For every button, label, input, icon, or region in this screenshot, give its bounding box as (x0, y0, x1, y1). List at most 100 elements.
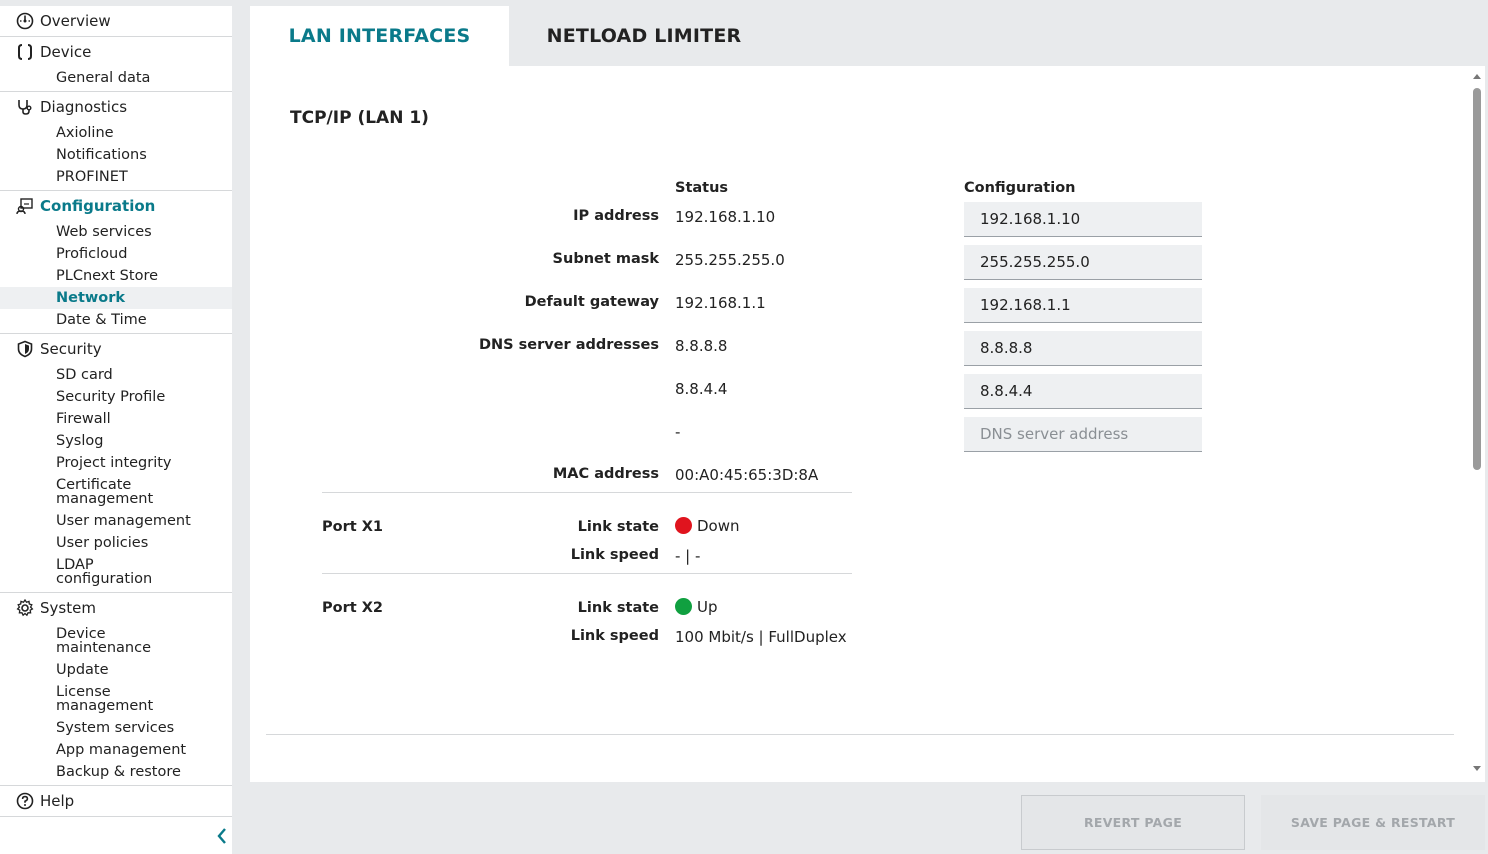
dns-servers-label: DNS server addresses (478, 337, 659, 353)
sidebar: Overview Device General data Diagnostics… (0, 6, 232, 854)
ip-address-input[interactable]: 192.168.1.10 (964, 202, 1202, 237)
nav-group-configuration: Configuration Web services Proficloud PL… (0, 191, 232, 334)
nav-security[interactable]: Security (0, 334, 232, 364)
dns-server-3-input[interactable]: DNS server address (964, 417, 1202, 452)
nav-item-web-services[interactable]: Web services (0, 221, 232, 243)
nav-item-update[interactable]: Update (0, 659, 232, 681)
nav-item-system-services[interactable]: System services (0, 717, 232, 739)
nav-help[interactable]: Help (0, 786, 232, 816)
nav-item-proficloud[interactable]: Proficloud (0, 243, 232, 265)
nav-item-backup-restore[interactable]: Backup & restore (0, 761, 232, 783)
nav-group-device: Device General data (0, 37, 232, 92)
nav-item-general-data[interactable]: General data (0, 67, 232, 89)
nav-item-user-policies[interactable]: User policies (0, 532, 232, 554)
nav-device[interactable]: Device (0, 37, 232, 67)
nav-device-label: Device (40, 43, 92, 61)
status-column-header: Status (675, 180, 729, 196)
tab-netload-limiter[interactable]: NETLOAD LIMITER (509, 6, 779, 66)
nav-item-axioline[interactable]: Axioline (0, 122, 232, 144)
dns-server-3-status: - (675, 423, 681, 441)
port-x2-link-state-label: Link state (577, 600, 659, 616)
nav-item-certificate-management[interactable]: Certificate management (0, 474, 180, 510)
subnet-mask-status: 255.255.255.0 (675, 251, 785, 269)
divider (322, 573, 852, 574)
scrollbar-thumb[interactable] (1473, 88, 1481, 470)
nav-security-label: Security (40, 340, 102, 358)
nav-item-user-management[interactable]: User management (0, 510, 232, 532)
default-gateway-label: Default gateway (524, 294, 659, 310)
ip-address-label: IP address (573, 208, 659, 224)
status-dot-red (675, 517, 692, 534)
subnet-mask-label: Subnet mask (552, 251, 659, 267)
nav-item-sd-card[interactable]: SD card (0, 364, 232, 386)
revert-page-button[interactable]: REVERT PAGE (1021, 795, 1245, 850)
nav-item-project-integrity[interactable]: Project integrity (0, 452, 232, 474)
dns-server-1-status: 8.8.8.8 (675, 337, 728, 355)
nav-overview-label: Overview (40, 12, 111, 30)
nav-item-ldap-configuration[interactable]: LDAP configuration (0, 554, 160, 590)
help-icon (15, 791, 35, 811)
port-x1-link-speed-label: Link speed (570, 547, 659, 563)
port-x2-title: Port X2 (322, 600, 383, 616)
port-x1-link-state: Down (675, 517, 740, 535)
port-x1-link-state-value: Down (697, 517, 740, 535)
dns-server-2-input[interactable]: 8.8.4.4 (964, 374, 1202, 409)
nav-item-syslog[interactable]: Syslog (0, 430, 232, 452)
nav-system[interactable]: System (0, 593, 232, 623)
stethoscope-icon (15, 97, 35, 117)
port-x2-link-state-value: Up (697, 598, 718, 616)
nav-group-security: Security SD card Security Profile Firewa… (0, 334, 232, 593)
divider (322, 492, 852, 493)
port-x2-link-speed-label: Link speed (570, 628, 659, 644)
nav-group-diagnostics: Diagnostics Axioline Notifications PROFI… (0, 92, 232, 191)
nav-item-app-management[interactable]: App management (0, 739, 232, 761)
nav-group-help: Help (0, 786, 232, 817)
port-x2-link-speed: 100 Mbit/s | FullDuplex (675, 628, 847, 646)
subnet-mask-input[interactable]: 255.255.255.0 (964, 245, 1202, 280)
nav-item-plcnext-store[interactable]: PLCnext Store (0, 265, 232, 287)
nav-item-date-time[interactable]: Date & Time (0, 309, 232, 331)
tab-bar: LAN INTERFACES NETLOAD LIMITER (250, 6, 1488, 66)
section-title: TCP/IP (LAN 1) (290, 108, 429, 128)
nav-group-overview: Overview (0, 6, 232, 37)
port-x1-link-speed: - | - (675, 547, 701, 565)
chevron-left-icon (216, 827, 228, 849)
mac-address-status: 00:A0:45:65:3D:8A (675, 466, 819, 484)
scroll-down-arrow-icon[interactable] (1473, 766, 1481, 771)
nav-item-license-management[interactable]: License management (0, 681, 160, 717)
nav-configuration-label: Configuration (40, 197, 156, 215)
nav-item-profinet[interactable]: PROFINET (0, 166, 232, 188)
gear-icon (15, 598, 35, 618)
main-panel: TCP/IP (LAN 1) Status Configuration IP a… (250, 66, 1485, 782)
nav-diagnostics-label: Diagnostics (40, 98, 128, 116)
nav-item-security-profile[interactable]: Security Profile (0, 386, 232, 408)
default-gateway-input[interactable]: 192.168.1.1 (964, 288, 1202, 323)
braces-icon (15, 42, 35, 62)
nav-item-firewall[interactable]: Firewall (0, 408, 232, 430)
vertical-scrollbar[interactable] (1470, 70, 1484, 778)
nav-configuration[interactable]: Configuration (0, 191, 232, 221)
save-restart-button[interactable]: SAVE PAGE & RESTART (1261, 795, 1485, 850)
collapse-sidebar-button[interactable] (212, 828, 232, 848)
status-dot-green (675, 598, 692, 615)
config-column-header: Configuration (964, 180, 1076, 196)
dns-server-2-status: 8.8.4.4 (675, 380, 728, 398)
nav-group-system: System Device maintenance Update License… (0, 593, 232, 786)
port-x1-title: Port X1 (322, 519, 383, 535)
divider (266, 734, 1454, 735)
config-icon (15, 196, 35, 216)
default-gateway-status: 192.168.1.1 (675, 294, 766, 312)
shield-icon (15, 339, 35, 359)
nav-diagnostics[interactable]: Diagnostics (0, 92, 232, 122)
dns-server-1-input[interactable]: 8.8.8.8 (964, 331, 1202, 366)
ip-address-status: 192.168.1.10 (675, 208, 776, 226)
tab-lan-interfaces[interactable]: LAN INTERFACES (250, 6, 509, 66)
nav-item-device-maintenance[interactable]: Device maintenance (0, 623, 160, 659)
nav-item-notifications[interactable]: Notifications (0, 144, 232, 166)
nav-system-label: System (40, 599, 96, 617)
nav-help-label: Help (40, 792, 75, 810)
dashboard-icon (15, 11, 35, 31)
nav-item-network[interactable]: Network (0, 287, 232, 309)
nav-overview[interactable]: Overview (0, 6, 232, 36)
scroll-up-arrow-icon[interactable] (1473, 74, 1481, 79)
